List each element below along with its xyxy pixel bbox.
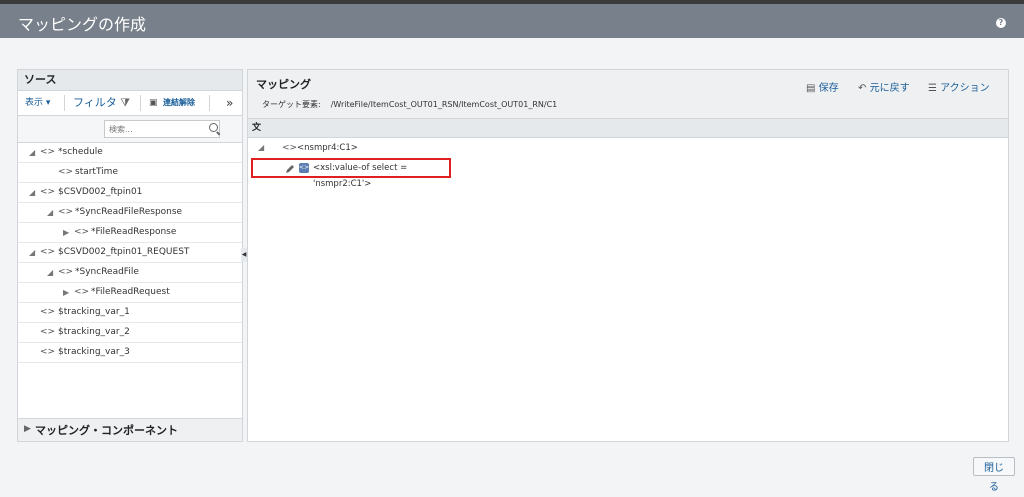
element-icon: <>	[74, 227, 90, 237]
expand-triangle-icon[interactable]: ▶	[63, 283, 69, 302]
xsl-statement-row[interactable]: <> <xsl:value-of select = 'nsmpr2:C1'>	[251, 158, 451, 189]
tree-item-label: $tracking_var_1	[58, 307, 130, 317]
actions-menu-button[interactable]: ☰ アクション	[928, 79, 990, 94]
filter-label: フィルタ	[73, 96, 117, 109]
tree-row[interactable]: ▶ <> *FileReadRequest	[18, 283, 242, 303]
target-element-path: /WriteFile/ItemCost_OUT01_RSN/ItemCost_O…	[330, 100, 558, 109]
source-panel-title: ソース	[18, 70, 242, 91]
tree-item-label: *schedule	[58, 147, 103, 157]
dialog-title: マッピングの作成	[18, 15, 147, 34]
actions-menu-icon: ☰	[928, 83, 937, 94]
tree-row[interactable]: <> $tracking_var_3	[18, 343, 242, 363]
collapse-triangle-icon[interactable]: ◢	[47, 263, 53, 282]
toolbar-divider	[64, 95, 65, 111]
tree-item-label: $CSVD002_ftpin01	[58, 187, 143, 197]
source-search-box	[104, 120, 220, 138]
element-icon: <>	[40, 347, 56, 357]
disconnect-button[interactable]: 連結解除	[163, 91, 195, 115]
source-search-row	[18, 116, 242, 143]
tree-row[interactable]: <> $tracking_var_2	[18, 323, 242, 343]
element-icon: <>	[40, 187, 56, 197]
tree-item-label: *FileReadResponse	[91, 227, 177, 237]
save-icon: ▤	[806, 83, 816, 94]
undo-label: 元に戻す	[869, 83, 910, 94]
mapping-panel: マッピング ターゲット要素: /WriteFile/ItemCost_OUT01_…	[247, 69, 1009, 442]
element-icon: <>	[40, 307, 56, 317]
save-button[interactable]: ▤ 保存	[806, 79, 839, 94]
tree-row[interactable]: ◢ <> *SyncReadFile	[18, 263, 242, 283]
tree-item-label: startTime	[75, 167, 118, 177]
toolbar-divider	[140, 95, 141, 111]
element-icon: <>	[58, 207, 74, 217]
mapping-components-section[interactable]: ▶ マッピング・コンポーネント	[18, 418, 242, 441]
mapping-components-label: マッピング・コンポーネント	[35, 424, 178, 437]
tree-row[interactable]: ◢ <> $CSVD002_ftpin01	[18, 183, 242, 203]
xsl-statement-text: <xsl:value-of select = 'nsmpr2:C1'>	[313, 163, 408, 189]
source-toolbar: 表示 ▾ フィルタ ⧩ ▣ 連結解除 »	[18, 91, 242, 116]
tree-item-label: $CSVD002_ftpin01_REQUEST	[58, 247, 190, 257]
element-icon: <>	[282, 143, 298, 153]
element-icon: <>	[40, 247, 56, 257]
target-element-label: ターゲット要素:	[262, 100, 321, 109]
collapse-triangle-icon[interactable]: ◢	[258, 138, 264, 158]
expand-triangle-icon[interactable]: ▶	[63, 223, 69, 242]
element-icon: <>	[74, 287, 90, 297]
tree-row[interactable]: ▶ <> *FileReadResponse	[18, 223, 242, 243]
disconnect-icon: ▣	[149, 98, 158, 108]
tree-row[interactable]: ◢ <> *SyncReadFileResponse	[18, 203, 242, 223]
collapse-triangle-icon[interactable]: ◢	[29, 243, 35, 262]
collapse-triangle-icon[interactable]: ◢	[29, 143, 35, 162]
mapping-header: マッピング ターゲット要素: /WriteFile/ItemCost_OUT01_…	[248, 70, 1008, 119]
expand-triangle-icon[interactable]: ▶	[24, 424, 31, 434]
tree-item-label: *FileReadRequest	[91, 287, 170, 297]
element-icon: <>	[58, 267, 74, 277]
xsl-icon: <>	[299, 163, 310, 173]
tree-row[interactable]: <> startTime	[18, 163, 242, 183]
save-label: 保存	[818, 83, 839, 94]
tree-row[interactable]: ◢ <> *schedule	[18, 143, 242, 163]
target-node-label: <nsmpr4:C1>	[297, 143, 358, 153]
tree-item-label: *SyncReadFile	[75, 267, 139, 277]
filter-icon: ⧩	[120, 96, 131, 109]
tree-item-label: $tracking_var_2	[58, 327, 130, 337]
target-element-line: ターゲット要素: /WriteFile/ItemCost_OUT01_RSN/It…	[262, 99, 557, 110]
source-panel: ソース 表示 ▾ フィルタ ⧩ ▣ 連結解除 » ◢<>*schedule <>…	[17, 69, 243, 442]
mapping-title: マッピング	[256, 78, 311, 91]
undo-icon: ↶	[858, 83, 867, 94]
statement-column-header: 文	[248, 119, 1008, 138]
close-button[interactable]: 閉じる	[973, 457, 1015, 493]
target-node-row[interactable]: ◢ <> <nsmpr4:C1>	[248, 138, 1008, 158]
more-chevron-icon[interactable]: »	[226, 91, 233, 115]
collapse-triangle-icon[interactable]: ◢	[29, 183, 35, 202]
pencil-icon[interactable]	[285, 164, 295, 174]
undo-button[interactable]: ↶ 元に戻す	[858, 79, 910, 94]
source-search-input[interactable]	[105, 121, 219, 137]
tree-item-label: *SyncReadFileResponse	[75, 207, 183, 217]
toolbar-divider	[209, 95, 210, 111]
element-icon: <>	[58, 167, 74, 177]
tree-row[interactable]: <> $tracking_var_1	[18, 303, 242, 323]
element-icon: <>	[40, 327, 56, 337]
actions-label: アクション	[940, 83, 990, 94]
dialog-titlebar: マッピングの作成 ?	[0, 4, 1024, 38]
source-tree: ◢ <> *schedule <> startTime ◢ <> $CSVD002_ftp…	[18, 143, 242, 363]
collapse-triangle-icon[interactable]: ◢	[47, 203, 53, 222]
filter-button[interactable]: フィルタ ⧩	[73, 91, 130, 115]
tree-row[interactable]: ◢ <> $CSVD002_ftpin01_REQUEST	[18, 243, 242, 263]
tree-item-label: $tracking_var_3	[58, 347, 130, 357]
view-menu[interactable]: 表示 ▾	[25, 91, 50, 115]
search-icon[interactable]	[209, 123, 218, 132]
element-icon: <>	[40, 147, 56, 157]
help-icon[interactable]: ?	[996, 18, 1006, 28]
